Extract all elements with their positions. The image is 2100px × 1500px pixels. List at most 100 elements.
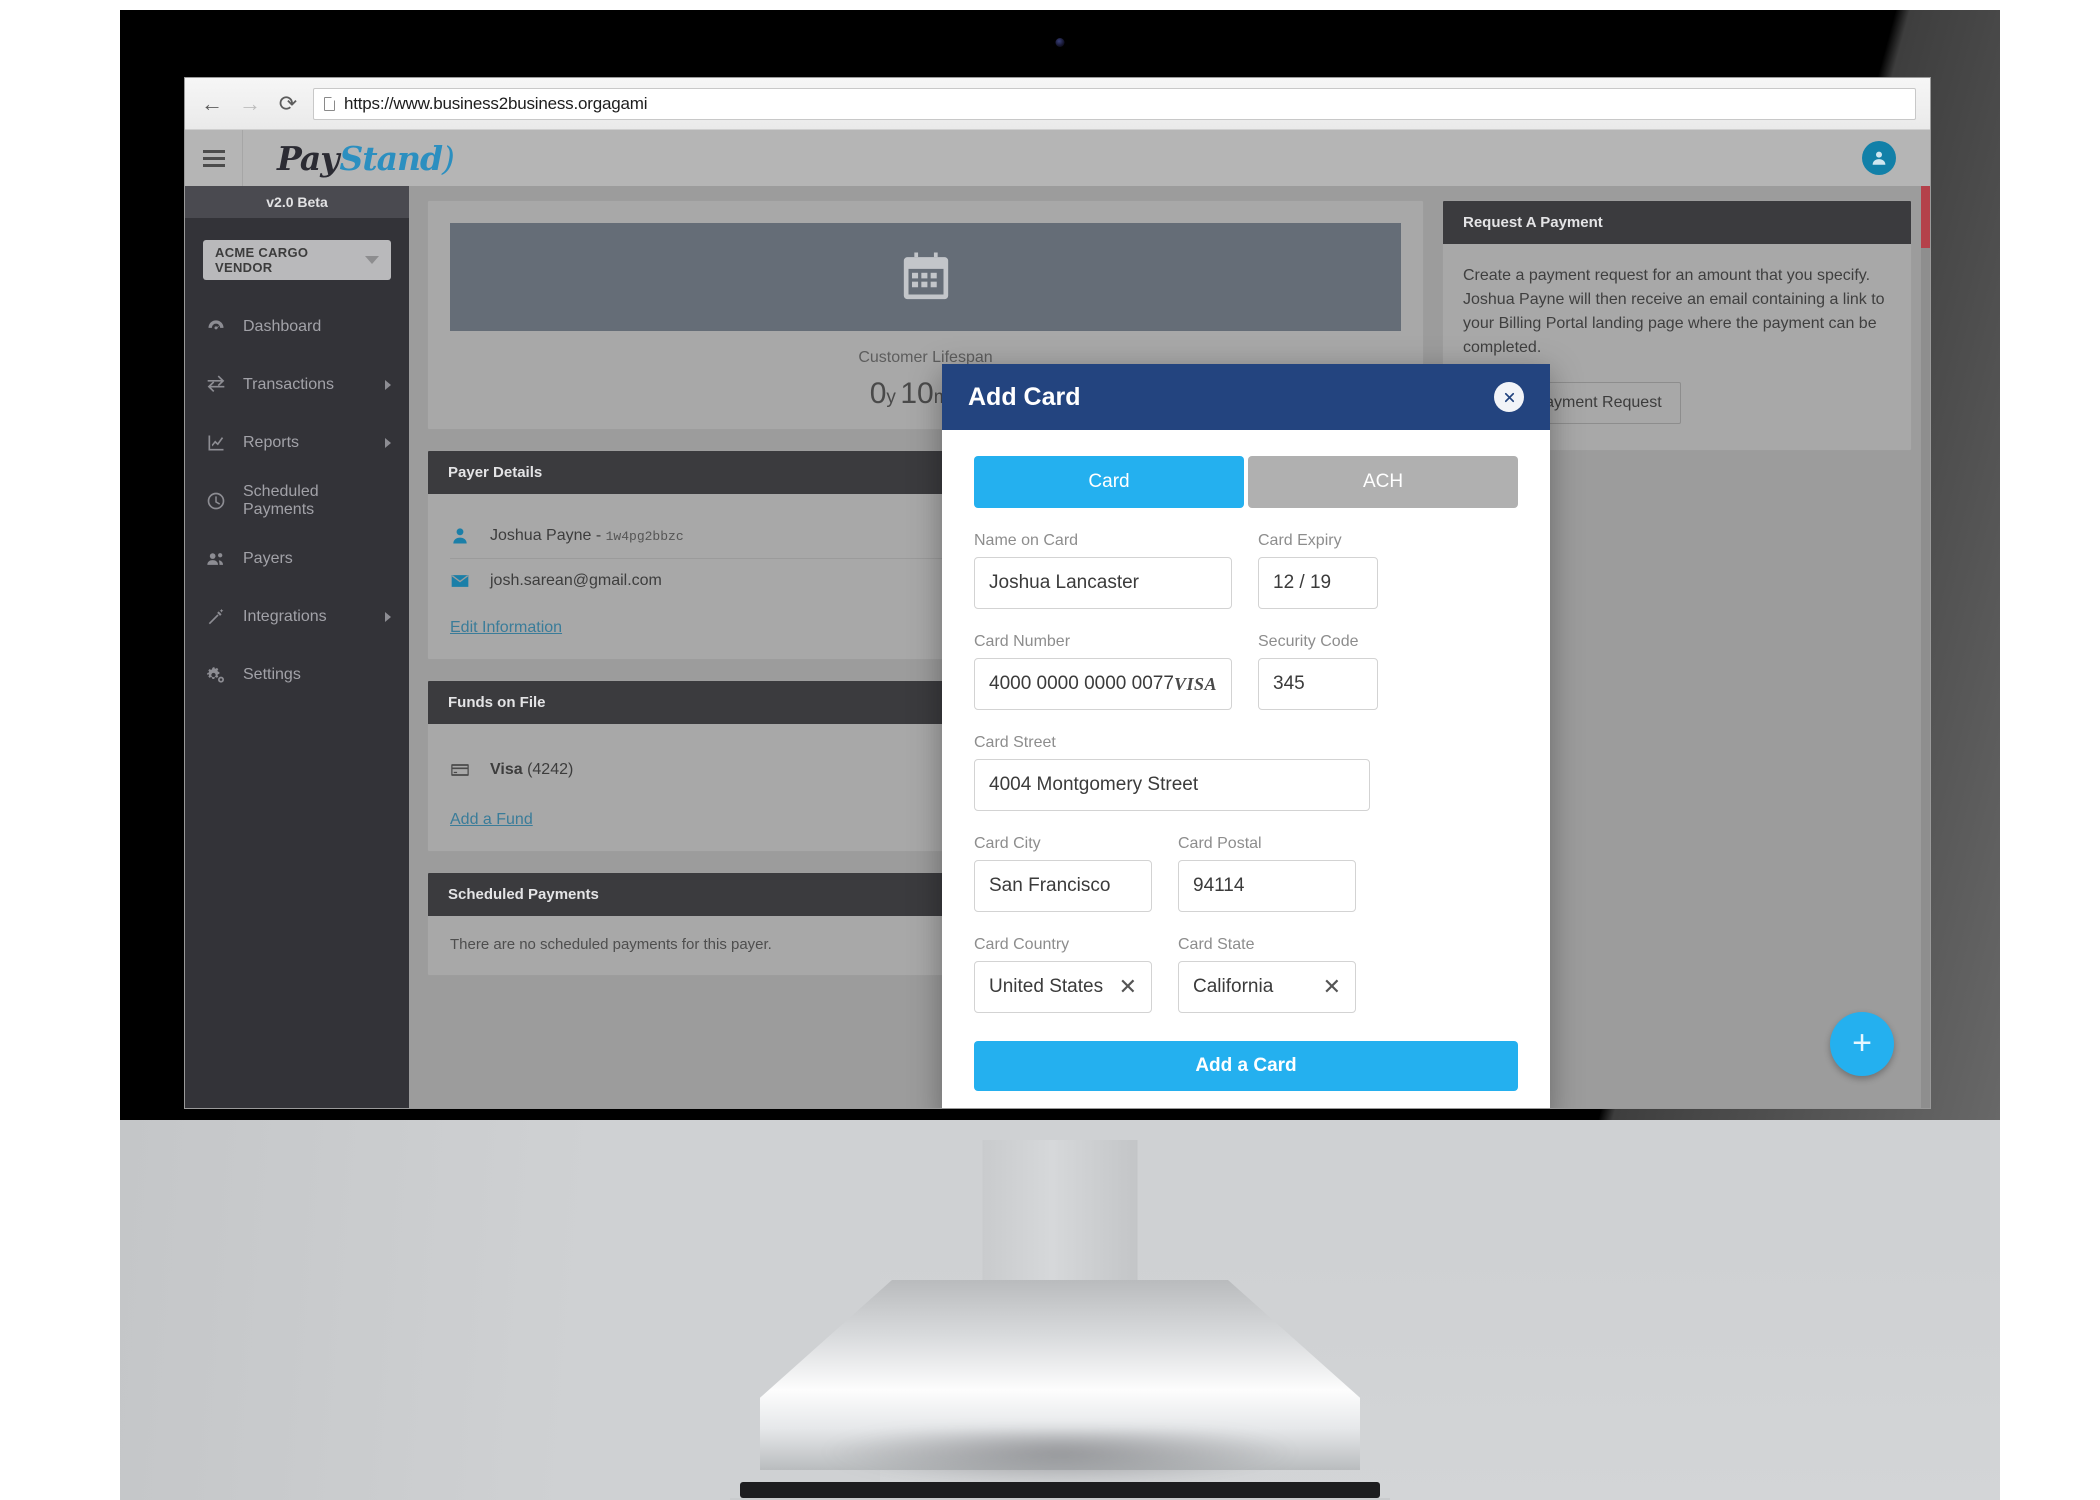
sidebar-item-integrations[interactable]: Integrations [185, 588, 409, 646]
tab-card[interactable]: Card [974, 456, 1244, 508]
sidebar-item-payers[interactable]: Payers [185, 530, 409, 588]
reload-icon[interactable]: ⟳ [275, 91, 301, 117]
forward-arrow-icon[interactable]: → [237, 91, 263, 117]
request-payment-title: Request A Payment [1443, 201, 1911, 244]
close-x-icon[interactable] [1494, 382, 1524, 412]
payer-name-text: Joshua Payne - [490, 527, 606, 544]
payer-name: Joshua Payne - 1w4pg2bbzc [490, 527, 684, 545]
card-city-input[interactable]: San Francisco [974, 860, 1152, 912]
card-expiry-input[interactable]: 12 / 19 [1258, 557, 1378, 609]
fund-last4: (4242) [527, 760, 574, 778]
card-state-select[interactable]: California ✕ [1178, 961, 1356, 1013]
add-card-modal: Add Card Card ACH Name on Card Joshua La… [942, 364, 1550, 1108]
card-number-label: Card Number [974, 633, 1071, 650]
name-expiry-row: Name on Card Joshua Lancaster Card Expir… [974, 532, 1518, 609]
payment-method-tabs: Card ACH [974, 456, 1518, 508]
sidebar: v2.0 Beta ACME CARGO VENDOR Dashboard Tr… [185, 186, 409, 1108]
browser-window: ← → ⟳ https://www.business2business.orga… [185, 78, 1930, 1108]
dashboard-gauge-icon [205, 317, 227, 337]
security-code-input[interactable]: 345 [1258, 658, 1378, 710]
plus-icon: + [1852, 1024, 1872, 1063]
brand-logo-stand: Stand [340, 139, 454, 178]
transfer-arrows-icon [205, 375, 227, 395]
lifespan-years-unit: y [886, 387, 896, 408]
fund-label: Visa (4242) [490, 761, 573, 779]
user-avatar-icon[interactable] [1862, 141, 1896, 175]
gears-icon [205, 665, 227, 685]
webcam-icon [1055, 38, 1065, 47]
card-country-value: United States [989, 976, 1104, 997]
chevron-right-icon [385, 438, 391, 448]
sidebar-item-scheduled-payments[interactable]: Scheduled Payments [185, 472, 409, 530]
card-country-select[interactable]: United States ✕ [974, 961, 1152, 1013]
line-chart-icon [205, 433, 227, 453]
tab-ach[interactable]: ACH [1248, 456, 1518, 508]
sidebar-item-transactions[interactable]: Transactions [185, 356, 409, 414]
card-street-value: 4004 Montgomery Street [989, 774, 1199, 795]
magic-wand-icon [205, 607, 227, 627]
sidebar-item-label: Transactions [243, 376, 334, 393]
card-city-label: Card City [974, 835, 1041, 852]
sidebar-item-label: Payers [243, 550, 293, 567]
chevron-down-icon [365, 256, 379, 264]
add-card-modal-body: Card ACH Name on Card Joshua Lancaster C… [942, 430, 1550, 1108]
version-badge: v2.0 Beta [185, 186, 409, 218]
avatar-container[interactable] [1862, 141, 1930, 175]
calendar-icon [450, 223, 1401, 331]
card-city-value: San Francisco [989, 875, 1111, 896]
monitor-stand [730, 1280, 1390, 1500]
card-postal-input[interactable]: 94114 [1178, 860, 1356, 912]
visa-logo-icon: VISA [1173, 673, 1217, 694]
person-icon [450, 526, 472, 546]
app-viewport: PayStand v2.0 Beta ACME CARGO VENDOR [185, 130, 1930, 1108]
card-state-field: Card State California ✕ [1178, 936, 1356, 1013]
sidebar-nav: Dashboard Transactions Reports Scheduled… [185, 298, 409, 704]
back-arrow-icon[interactable]: ← [199, 91, 225, 117]
sidebar-item-label: Settings [243, 666, 301, 683]
card-street-input[interactable]: 4004 Montgomery Street [974, 759, 1370, 811]
chevron-right-icon [385, 380, 391, 390]
sidebar-item-dashboard[interactable]: Dashboard [185, 298, 409, 356]
country-state-row: Card Country United States ✕ Card State … [974, 936, 1518, 1013]
card-expiry-value: 12 / 19 [1273, 572, 1332, 593]
card-postal-value: 94114 [1193, 875, 1245, 896]
security-code-field: Security Code 345 [1258, 633, 1378, 710]
add-fab-button[interactable]: + [1830, 1012, 1894, 1076]
clear-x-icon[interactable]: ✕ [1119, 976, 1137, 998]
card-number-input[interactable]: 4000 0000 0000 0077 VISA [974, 658, 1232, 710]
org-selector-label: ACME CARGO VENDOR [215, 245, 309, 275]
security-code-value: 345 [1273, 673, 1305, 694]
sidebar-item-reports[interactable]: Reports [185, 414, 409, 472]
card-expiry-label: Card Expiry [1258, 532, 1342, 549]
city-postal-row: Card City San Francisco Card Postal 9411… [974, 835, 1518, 912]
monitor-stand-shadow [820, 1430, 1300, 1485]
add-a-card-button[interactable]: Add a Card [974, 1041, 1518, 1091]
chevron-right-icon [385, 612, 391, 622]
card-number-value: 4000 0000 0000 0077 [989, 673, 1174, 694]
card-country-field: Card Country United States ✕ [974, 936, 1152, 1013]
sidebar-item-label: Integrations [243, 608, 327, 625]
desk-surface [120, 1120, 2000, 1500]
envelope-icon [450, 571, 472, 591]
security-code-label: Security Code [1258, 633, 1359, 650]
card-country-label: Card Country [974, 936, 1070, 953]
add-a-fund-link[interactable]: Add a Fund [450, 811, 533, 829]
clear-x-icon[interactable]: ✕ [1323, 976, 1341, 998]
brand-logo-pay: Pay [277, 138, 339, 178]
name-on-card-field: Name on Card Joshua Lancaster [974, 532, 1232, 609]
address-bar[interactable]: https://www.business2business.orgagami [313, 87, 1916, 120]
card-state-value: California [1193, 976, 1274, 997]
number-security-row: Card Number 4000 0000 0000 0077 VISA Sec… [974, 633, 1518, 710]
lifespan-years: 0 [869, 377, 887, 410]
clock-icon [205, 491, 227, 511]
edit-information-link[interactable]: Edit Information [450, 619, 562, 637]
modal-footer-spacer [974, 1091, 1518, 1108]
app-topbar: Pay Stand [185, 130, 1930, 186]
name-on-card-input[interactable]: Joshua Lancaster [974, 557, 1232, 609]
payer-email: josh.sarean@gmail.com [490, 572, 662, 589]
page-scrollbar[interactable] [1921, 130, 1930, 1108]
org-selector[interactable]: ACME CARGO VENDOR [203, 240, 391, 280]
hamburger-menu-icon[interactable] [185, 130, 243, 186]
street-row: Card Street 4004 Montgomery Street [974, 734, 1518, 811]
sidebar-item-settings[interactable]: Settings [185, 646, 409, 704]
